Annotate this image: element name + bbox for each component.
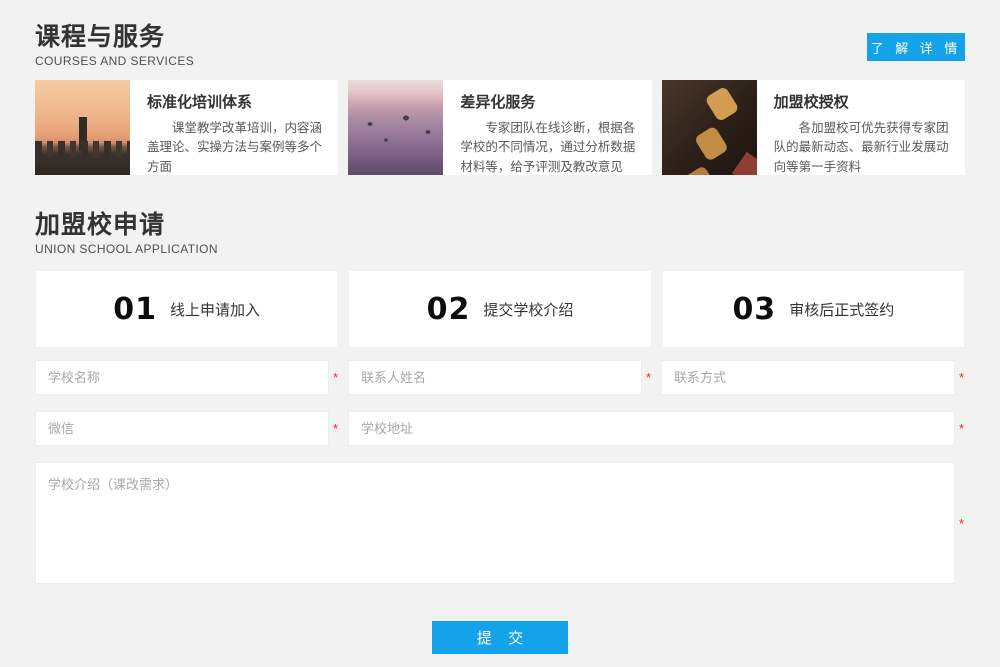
service-card-standard-training[interactable]: 标准化培训体系 课堂教学改革培训，内容涵盖理论、实操方法与案例等多个方面 bbox=[35, 80, 338, 175]
desert-dusk-image bbox=[348, 80, 443, 175]
required-asterisk: * bbox=[959, 371, 965, 384]
film-strip-image bbox=[662, 80, 757, 175]
school-intro-field: * bbox=[35, 462, 965, 584]
service-card-differentiated-service[interactable]: 差异化服务 专家团队在线诊断，根据各学校的不同情况，通过分析数据材料等，给予评测… bbox=[348, 80, 651, 175]
application-title: 加盟校申请 bbox=[35, 210, 965, 240]
application-subtitle: UNION SCHOOL APPLICATION bbox=[35, 242, 965, 256]
step-card-1: 01 线上申请加入 bbox=[35, 270, 338, 348]
wechat-field: * bbox=[35, 411, 339, 446]
application-form: * * * * * * bbox=[35, 360, 965, 584]
courses-title: 课程与服务 bbox=[35, 22, 965, 52]
city-skyline-sunset-image bbox=[35, 80, 130, 175]
service-card-franchise-authorization[interactable]: 加盟校授权 各加盟校可优先获得专家团队的最新动态、最新行业发展动向等第一手资料 bbox=[662, 80, 965, 175]
step-label: 提交学校介绍 bbox=[483, 299, 573, 320]
step-card-3: 03 审核后正式签约 bbox=[662, 270, 965, 348]
required-asterisk: * bbox=[333, 422, 339, 435]
application-section-header: 加盟校申请 UNION SCHOOL APPLICATION bbox=[35, 210, 965, 256]
step-number: 02 bbox=[427, 292, 471, 327]
contact-name-field: * bbox=[348, 360, 652, 395]
school-name-field: * bbox=[35, 360, 339, 395]
required-asterisk: * bbox=[333, 371, 339, 384]
submit-row: 提 交 bbox=[35, 621, 965, 654]
step-number: 03 bbox=[732, 292, 776, 327]
service-card-desc: 各加盟校可优先获得专家团队的最新动态、最新行业发展动向等第一手资料 bbox=[774, 119, 953, 175]
school-address-field: * bbox=[348, 411, 965, 446]
service-card-desc: 专家团队在线诊断，根据各学校的不同情况，通过分析数据材料等，给予评测及教改意见 bbox=[460, 119, 639, 175]
courses-subtitle: COURSES AND SERVICES bbox=[35, 54, 965, 68]
school-address-input[interactable] bbox=[348, 411, 955, 446]
step-label: 线上申请加入 bbox=[170, 299, 260, 320]
step-number: 01 bbox=[113, 292, 157, 327]
step-card-2: 02 提交学校介绍 bbox=[348, 270, 651, 348]
application-steps-row: 01 线上申请加入 02 提交学校介绍 03 审核后正式签约 bbox=[35, 270, 965, 348]
service-card-title: 加盟校授权 bbox=[774, 91, 953, 112]
courses-section-header: 课程与服务 COURSES AND SERVICES 了 解 详 情 bbox=[35, 22, 965, 68]
step-label: 审核后正式签约 bbox=[789, 299, 894, 320]
school-intro-textarea[interactable] bbox=[35, 462, 955, 584]
required-asterisk: * bbox=[959, 422, 965, 435]
wechat-input[interactable] bbox=[35, 411, 329, 446]
contact-name-input[interactable] bbox=[348, 360, 642, 395]
contact-phone-input[interactable] bbox=[661, 360, 955, 395]
required-asterisk: * bbox=[959, 517, 965, 530]
contact-phone-field: * bbox=[661, 360, 965, 395]
service-card-title: 差异化服务 bbox=[460, 91, 639, 112]
service-card-desc: 课堂教学改革培训，内容涵盖理论、实操方法与案例等多个方面 bbox=[147, 119, 326, 175]
school-name-input[interactable] bbox=[35, 360, 329, 395]
page-container: 课程与服务 COURSES AND SERVICES 了 解 详 情 标准化培训… bbox=[0, 0, 1000, 654]
learn-more-button[interactable]: 了 解 详 情 bbox=[867, 33, 965, 61]
submit-button[interactable]: 提 交 bbox=[432, 621, 568, 654]
service-cards-row: 标准化培训体系 课堂教学改革培训，内容涵盖理论、实操方法与案例等多个方面 差异化… bbox=[35, 80, 965, 175]
service-card-title: 标准化培训体系 bbox=[147, 91, 326, 112]
required-asterisk: * bbox=[646, 371, 652, 384]
